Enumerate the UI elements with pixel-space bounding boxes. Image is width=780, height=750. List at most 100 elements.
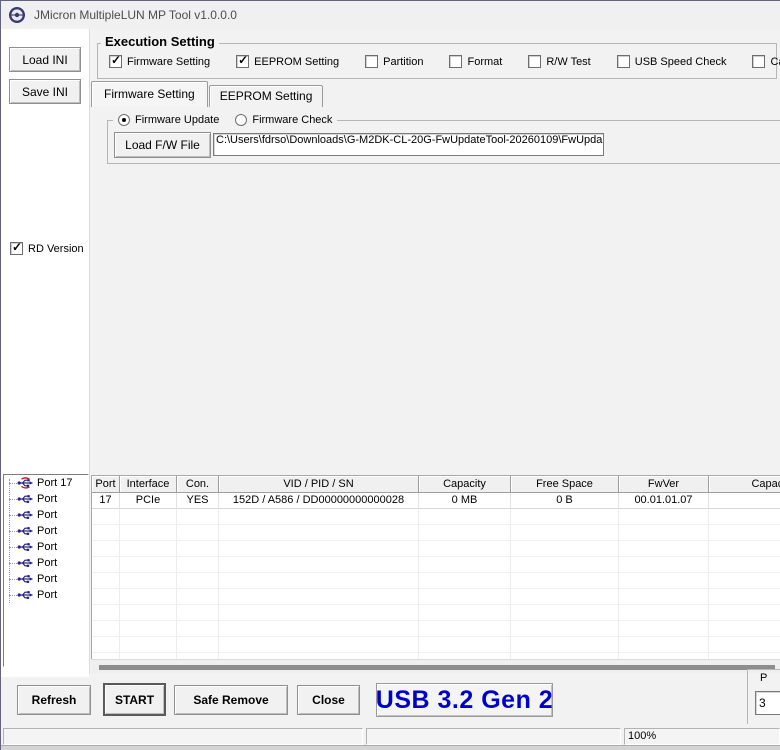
column-header-vid-pid-sn[interactable]: VID / PID / SN (219, 476, 419, 493)
empty-cell (177, 525, 219, 541)
table-horizontal-scrollbar[interactable] (91, 659, 780, 673)
empty-cell (511, 589, 619, 605)
exec-checkbox-usb-speed-check[interactable]: USB Speed Check (617, 55, 727, 68)
safe-remove-button[interactable]: Safe Remove (174, 685, 288, 715)
fw-file-path-field[interactable]: C:\Users\fdrso\Downloads\G-M2DK-CL-20G-F… (213, 133, 604, 156)
exec-checkbox-partition[interactable]: Partition (365, 55, 423, 68)
tree-item-label: Port (37, 509, 57, 521)
empty-cell (120, 573, 177, 589)
column-header-con-[interactable]: Con. (177, 476, 219, 493)
checkbox-box[interactable] (449, 55, 462, 68)
tree-item-port[interactable]: Port (4, 507, 88, 523)
usb-port-icon (17, 525, 34, 537)
empty-table-row (92, 605, 780, 621)
empty-cell (219, 557, 419, 573)
radio-dot[interactable] (118, 114, 130, 126)
checkbox-box[interactable] (365, 55, 378, 68)
checkbox-box[interactable] (617, 55, 630, 68)
empty-cell (709, 621, 780, 637)
column-header-free-space[interactable]: Free Space (511, 476, 619, 493)
empty-cell (219, 509, 419, 525)
usb-port-icon (17, 541, 34, 553)
tree-item-port[interactable]: Port (4, 491, 88, 507)
checkbox-label: Capacity Check (770, 56, 780, 68)
table-cell: 00.01.01.07 (619, 493, 709, 509)
empty-cell (419, 621, 511, 637)
empty-cell (511, 621, 619, 637)
tree-item-port[interactable]: Port (4, 571, 88, 587)
empty-cell (92, 541, 120, 557)
tree-item-port-connected[interactable]: Port 17 (4, 475, 88, 491)
checkbox-box[interactable] (109, 55, 122, 68)
refresh-button[interactable]: Refresh (17, 685, 91, 715)
title-bar[interactable]: JMicron MultipleLUN MP Tool v1.0.0.0 (1, 1, 780, 29)
radio-dot[interactable] (235, 114, 247, 126)
firmware-update-radio[interactable]: Firmware Update (118, 114, 219, 126)
empty-cell (709, 541, 780, 557)
empty-cell (511, 557, 619, 573)
tree-item-port[interactable]: Port (4, 539, 88, 555)
device-table: PortInterfaceCon.VID / PID / SNCapacityF… (91, 475, 780, 659)
tree-item-label: Port (37, 589, 57, 601)
firmware-check-radio[interactable]: Firmware Check (235, 114, 332, 126)
empty-cell (177, 637, 219, 653)
empty-cell (709, 589, 780, 605)
empty-cell (709, 605, 780, 621)
column-header-fwver[interactable]: FwVer (619, 476, 709, 493)
exec-checkbox-r-w-test[interactable]: R/W Test (528, 55, 590, 68)
exec-checkbox-firmware-setting[interactable]: Firmware Setting (109, 55, 210, 68)
empty-cell (177, 557, 219, 573)
exec-checkbox-format[interactable]: Format (449, 55, 502, 68)
close-button[interactable]: Close (297, 685, 360, 715)
start-button[interactable]: START (103, 683, 166, 716)
load-fw-file-button[interactable]: Load F/W File (114, 132, 211, 158)
table-row[interactable]: 17PCIeYES152D / A586 / DD000000000000280… (92, 493, 780, 509)
tree-item-port[interactable]: Port (4, 523, 88, 539)
rd-version-checkbox[interactable]: RD Version (10, 242, 84, 255)
empty-cell (619, 557, 709, 573)
checkbox-box[interactable] (528, 55, 541, 68)
checkbox-box[interactable] (236, 55, 249, 68)
tree-item-port[interactable]: Port (4, 555, 88, 571)
app-window: JMicron MultipleLUN MP Tool v1.0.0.0 Loa… (0, 0, 780, 750)
empty-cell (419, 573, 511, 589)
scrollbar-thumb[interactable] (99, 665, 775, 670)
empty-cell (511, 509, 619, 525)
load-ini-button[interactable]: Load INI (9, 47, 81, 72)
column-header-capacity[interactable]: Capacity (419, 476, 511, 493)
right-clipped-group: P (747, 669, 780, 724)
window-bottom-edge (1, 745, 780, 750)
empty-table-row (92, 557, 780, 573)
empty-cell (120, 605, 177, 621)
empty-cell (177, 605, 219, 621)
empty-cell (619, 621, 709, 637)
empty-table-row (92, 621, 780, 637)
empty-cell (120, 589, 177, 605)
tree-item-label: Port (37, 557, 57, 569)
empty-cell (219, 605, 419, 621)
column-header-interface[interactable]: Interface (120, 476, 177, 493)
window-title: JMicron MultipleLUN MP Tool v1.0.0.0 (34, 8, 237, 22)
checkbox-box[interactable] (752, 55, 765, 68)
empty-cell (511, 541, 619, 557)
tree-item-label: Port (37, 525, 57, 537)
tree-item-port[interactable]: Port (4, 587, 88, 603)
execution-setting-group: Execution Setting Firmware SettingEEPROM… (97, 43, 777, 79)
exec-checkbox-capacity-check[interactable]: Capacity Check (752, 55, 780, 68)
rd-version-label: RD Version (28, 243, 84, 255)
tree-item-label: Port (37, 493, 57, 505)
empty-cell (120, 509, 177, 525)
right-group-input[interactable] (755, 691, 780, 715)
column-header-capacity-check[interactable]: Capacity Check (709, 476, 780, 493)
checkbox-box[interactable] (10, 242, 23, 255)
empty-cell (120, 557, 177, 573)
empty-cell (219, 589, 419, 605)
save-ini-button[interactable]: Save INI (9, 79, 81, 104)
column-header-port[interactable]: Port (92, 476, 120, 493)
tab-firmware-setting[interactable]: Firmware Setting (91, 81, 208, 107)
table-cell: PCIe (120, 493, 177, 509)
tab-eeprom-setting[interactable]: EEPROM Setting (209, 85, 324, 107)
table-header-row: PortInterfaceCon.VID / PID / SNCapacityF… (92, 476, 780, 493)
exec-checkbox-eeprom-setting[interactable]: EEPROM Setting (236, 55, 339, 68)
empty-cell (419, 605, 511, 621)
